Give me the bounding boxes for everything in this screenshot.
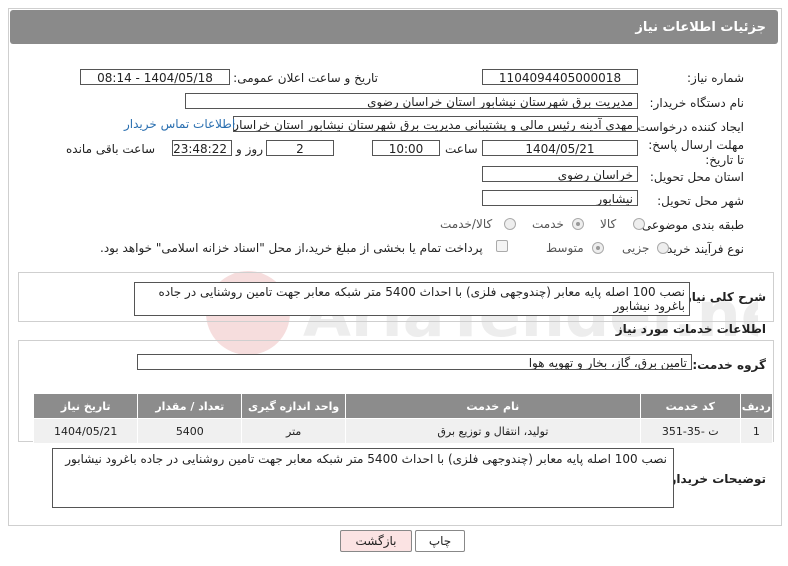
- treasury-payment-note: پرداخت تمام یا بخشی از مبلغ خرید،از محل …: [100, 241, 483, 255]
- cell-unit: متر: [241, 418, 347, 444]
- service-group-label: گروه خدمت:: [692, 358, 766, 372]
- buyer-org-label: نام دستگاه خریدار:: [649, 96, 745, 110]
- time-remaining-field: 23:48:22: [172, 140, 232, 156]
- process-radio-minor[interactable]: [657, 242, 669, 254]
- deadline-date-field: 1404/05/21: [482, 140, 638, 156]
- city-field: نیشابور: [482, 190, 638, 206]
- cell-service-name: تولید، انتقال و توزیع برق: [345, 418, 641, 444]
- col-need-date: تاریخ نیاز: [32, 393, 139, 419]
- category-radio-goods[interactable]: [633, 218, 645, 230]
- col-service-name: نام خدمت: [345, 393, 641, 419]
- panel-title: جزئیات اطلاعات نیاز: [635, 20, 766, 35]
- summary-label: شرح کلی نیاز:: [680, 290, 766, 304]
- process-option-minor: جزیی: [622, 241, 650, 255]
- cell-row-no: 1: [739, 418, 774, 444]
- buyer-org-field: مدیریت برق شهرستان نیشابور استان خراسان …: [185, 93, 638, 109]
- category-radio-service[interactable]: [572, 218, 584, 230]
- services-section-title: اطلاعات خدمات مورد نیاز: [615, 322, 766, 336]
- time-remaining-label: ساعت باقی مانده: [66, 142, 156, 156]
- col-unit: واحد اندازه گیری: [241, 393, 347, 419]
- summary-text: نصب 100 اصله پایه معابر (چندوجهی فلزی) ب…: [134, 282, 690, 316]
- process-option-medium: متوسط: [546, 241, 584, 255]
- creator-field: مهدی آدینه رئیس مالی و پشتیبانی مدیریت ب…: [233, 116, 638, 132]
- cell-quantity: 5400: [137, 418, 243, 444]
- buyer-notes-text: نصب 100 اصله پایه معابر (چندوجهی فلزی) ب…: [52, 448, 674, 508]
- category-option-goods: کالا: [600, 217, 617, 231]
- col-row-no: ردیف: [739, 393, 774, 419]
- announce-date-label: تاریخ و ساعت اعلان عمومی:: [233, 71, 378, 85]
- need-number-label: شماره نیاز:: [687, 71, 744, 85]
- process-radio-medium[interactable]: [592, 242, 604, 254]
- deadline-label: مهلت ارسال پاسخ: تا تاریخ:: [648, 138, 744, 167]
- treasury-payment-checkbox[interactable]: [496, 240, 508, 252]
- col-quantity: تعداد / مقدار: [137, 393, 243, 419]
- creator-label: ایجاد کننده درخواست:: [633, 120, 744, 134]
- panel-header: جزئیات اطلاعات نیاز: [10, 10, 778, 44]
- category-option-goods-service: کالا/خدمت: [440, 217, 493, 231]
- province-field: خراسان رضوی: [482, 166, 638, 182]
- process-label: نوع فرآیند خرید :: [659, 242, 744, 256]
- need-number-field: 1104094405000018: [482, 69, 638, 85]
- table-row: 1 ت -35-351 تولید، انتقال و توزیع برق مت…: [32, 418, 774, 444]
- table-header-row: ردیف کد خدمت نام خدمت واحد اندازه گیری ت…: [32, 393, 774, 419]
- category-option-service: خدمت: [532, 217, 564, 231]
- days-label: روز و: [236, 142, 263, 156]
- col-service-code: کد خدمت: [639, 393, 741, 419]
- deadline-time-label: ساعت: [445, 142, 478, 156]
- category-radio-goods-service[interactable]: [504, 218, 516, 230]
- back-button[interactable]: بازگشت: [340, 530, 412, 552]
- category-label: طبقه بندی موضوعی:: [637, 218, 744, 232]
- cell-service-code: ت -35-351: [639, 418, 741, 444]
- buyer-notes-label: توضیحات خریدار:: [664, 472, 766, 486]
- print-button[interactable]: چاپ: [415, 530, 465, 552]
- cell-need-date: 1404/05/21: [32, 418, 139, 444]
- province-label: استان محل تحویل:: [649, 170, 744, 184]
- services-table: ردیف کد خدمت نام خدمت واحد اندازه گیری ت…: [32, 393, 774, 444]
- announce-date-field: 1404/05/18 - 08:14: [80, 69, 230, 85]
- city-label: شهر محل تحویل:: [657, 194, 744, 208]
- deadline-time-field: 10:00: [372, 140, 440, 156]
- buyer-contact-link[interactable]: اطلاعات تماس خریدار: [124, 117, 235, 131]
- service-group-field: تامین برق، گاز، بخار و تهویه هوا: [137, 354, 692, 370]
- days-remaining-field: 2: [266, 140, 334, 156]
